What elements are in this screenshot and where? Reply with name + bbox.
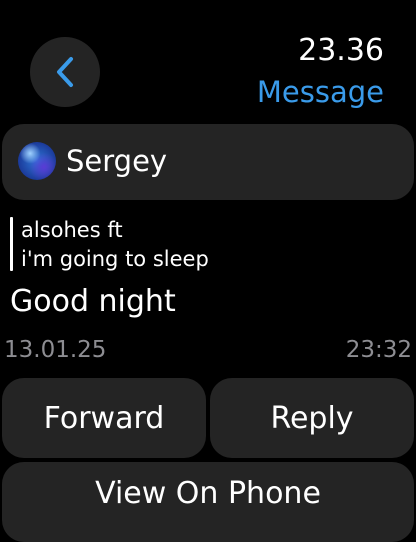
sender-card[interactable]: Sergey: [2, 124, 414, 200]
message-text: Good night: [10, 284, 176, 319]
quoted-author: alsohes ft: [21, 218, 123, 242]
view-on-phone-button[interactable]: View On Phone: [2, 462, 414, 542]
avatar: [18, 142, 56, 180]
forward-button[interactable]: Forward: [2, 378, 206, 458]
message-date: 13.01.25: [4, 337, 107, 363]
sender-name: Sergey: [66, 144, 168, 178]
clock-time: 23.36: [298, 33, 384, 68]
message-time: 23:32: [345, 337, 412, 363]
back-button[interactable]: [30, 37, 100, 107]
page-title: Message: [256, 75, 384, 109]
quote-bar: [10, 217, 13, 271]
chevron-left-icon: [54, 55, 76, 89]
quoted-text: i'm going to sleep: [21, 247, 209, 271]
reply-button[interactable]: Reply: [210, 378, 414, 458]
